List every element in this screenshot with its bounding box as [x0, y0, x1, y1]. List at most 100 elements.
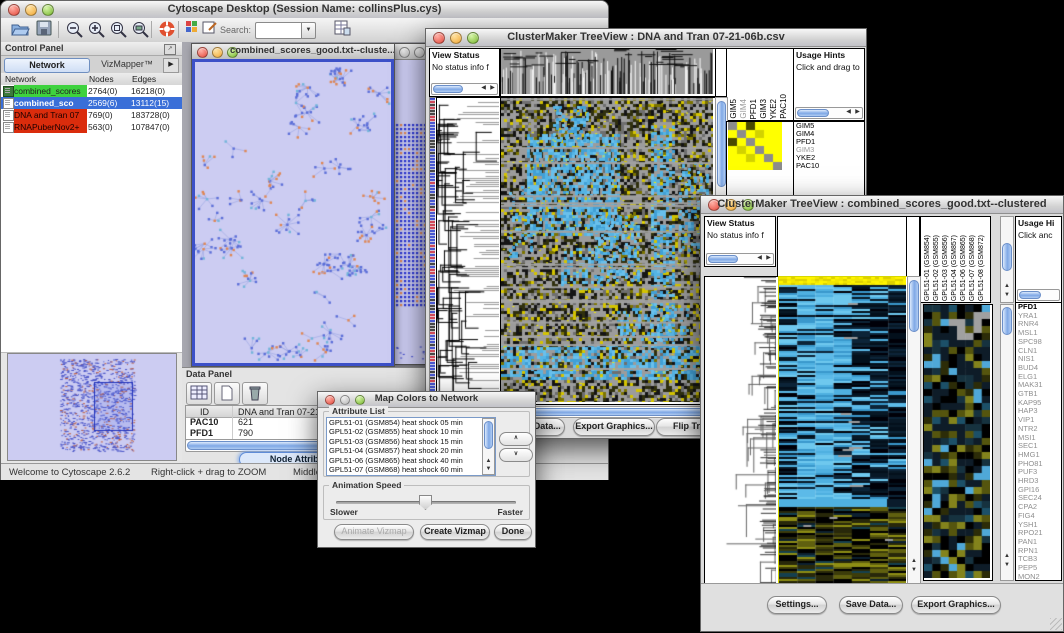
- network-table-icon[interactable]: [331, 20, 353, 39]
- tv1-status-hscrollbar[interactable]: ◀▶: [431, 83, 498, 95]
- search-input[interactable]: [255, 22, 307, 39]
- column-label[interactable]: GIM3: [759, 99, 769, 119]
- attribute-item[interactable]: GPL51-02 (GSM855) heat shock 10 min: [327, 427, 495, 436]
- gene-label[interactable]: PAC10: [794, 162, 864, 170]
- network-list-row[interactable]: DNA and Tran 07 769(0) 183728(0): [1, 109, 182, 121]
- tab-overflow-arrow[interactable]: ▶: [163, 58, 179, 73]
- resize-grip[interactable]: [1050, 618, 1062, 630]
- column-label[interactable]: GPL51-02 (GSM855): [932, 235, 941, 301]
- scrollbar-thumb[interactable]: [708, 255, 738, 263]
- save-button[interactable]: [33, 20, 55, 39]
- vizmapper-icon[interactable]: [183, 20, 199, 39]
- tv2-hints-hscrollbar[interactable]: [1017, 289, 1060, 301]
- column-label[interactable]: GPL51-01 (GSM854): [923, 235, 932, 301]
- row-dendrogram-canvas[interactable]: [437, 98, 499, 402]
- zoom-selected-icon[interactable]: [107, 20, 129, 39]
- create-vizmap-button[interactable]: Create Vizmap: [420, 524, 490, 540]
- tv1-row-dendrogram[interactable]: [436, 97, 502, 405]
- treeview1-titlebar[interactable]: ClusterMaker TreeView : DNA and Tran 07-…: [426, 29, 866, 47]
- network-view-canvas[interactable]: [195, 62, 391, 363]
- tab-vizmapper[interactable]: VizMapper™: [91, 58, 163, 71]
- help-lifesaver-icon[interactable]: [156, 20, 178, 39]
- attribute-item[interactable]: GPL51-06 (GSM865) heat shock 40 min: [327, 456, 495, 465]
- column-label[interactable]: GIM5: [729, 99, 739, 119]
- search-dropdown-icon[interactable]: ▼: [301, 22, 316, 39]
- treeview2-titlebar[interactable]: ClusterMaker TreeView : combined_scores_…: [701, 196, 1063, 214]
- gene-label[interactable]: MON2: [1016, 573, 1061, 581]
- tv2-zoom-heatmap[interactable]: [923, 304, 993, 581]
- column-label[interactable]: YKE2: [769, 99, 779, 119]
- column-label[interactable]: GPL51-08 (GSM872): [977, 235, 986, 301]
- tv2-heatmap[interactable]: [778, 276, 909, 586]
- attribute-list[interactable]: GPL51-01 (GSM854) heat shock 05 minGPL51…: [326, 417, 496, 476]
- column-dendrogram-canvas[interactable]: [501, 49, 713, 94]
- attribute-item[interactable]: GPL51-03 (GSM856) heat shock 15 min: [327, 437, 495, 446]
- tv2-zoom-vscrollbar[interactable]: ▲▼: [1000, 304, 1014, 581]
- zoom-heatmap-canvas[interactable]: [728, 122, 782, 170]
- tv2-column-dendrogram[interactable]: [777, 216, 907, 278]
- zoom-out-icon[interactable]: [63, 20, 85, 39]
- tv2-column-labels: GPL51-01 (GSM854)GPL51-02 (GSM855)GPL51-…: [923, 219, 986, 301]
- column-label[interactable]: PAC10: [779, 94, 789, 119]
- column-label[interactable]: GPL51-06 (GSM865): [959, 235, 968, 301]
- network-view-window[interactable]: combined_scores_good.txt--cluste...: [191, 43, 395, 367]
- scrollbar-thumb[interactable]: [909, 280, 919, 332]
- cytoscape-titlebar[interactable]: Cytoscape Desktop (Session Name: collins…: [1, 1, 608, 19]
- column-label[interactable]: GPL51-07 (GSM868): [968, 235, 977, 301]
- scrollbar-thumb[interactable]: [433, 85, 463, 93]
- open-file-button[interactable]: [9, 20, 31, 39]
- network-overview-canvas[interactable]: [8, 354, 174, 458]
- scrollbar-thumb[interactable]: [1019, 291, 1041, 299]
- zoom-fit-icon[interactable]: [129, 20, 151, 39]
- heatmap-canvas[interactable]: [779, 277, 906, 583]
- tv2-labels-vscrollbar[interactable]: ▲▼: [1000, 216, 1014, 303]
- network-overview-panel[interactable]: [7, 353, 177, 461]
- view-status-text: No status info f: [705, 229, 775, 241]
- row-dendrogram-canvas[interactable]: [705, 277, 776, 583]
- move-up-button[interactable]: ∧: [499, 432, 533, 446]
- attribute-item[interactable]: GPL51-04 (GSM857) heat shock 20 min: [327, 446, 495, 455]
- column-label[interactable]: GIM4: [739, 99, 749, 119]
- column-label[interactable]: PFD1: [749, 99, 759, 119]
- network-view-titlebar[interactable]: combined_scores_good.txt--cluste...: [192, 44, 394, 60]
- tab-network[interactable]: Network: [4, 58, 90, 73]
- attribute-item[interactable]: GPL51-01 (GSM854) heat shock 05 min: [327, 418, 495, 427]
- zoom-in-icon[interactable]: [85, 20, 107, 39]
- view-status-text: No status info f: [430, 61, 499, 73]
- scrollbar-thumb[interactable]: [484, 421, 493, 449]
- tv2-status-hscrollbar[interactable]: ◀▶: [706, 253, 774, 265]
- delete-attribute-icon[interactable]: [242, 382, 268, 405]
- tv1-view-status-panel: View Status No status info f ◀▶: [429, 48, 500, 97]
- done-button[interactable]: Done: [494, 524, 532, 540]
- annotation-icon[interactable]: [201, 20, 219, 39]
- attribute-item[interactable]: GPL51-07 (GSM868) heat shock 60 min: [327, 465, 495, 474]
- scrollbar-thumb[interactable]: [1002, 243, 1012, 271]
- settings-button[interactable]: Settings...: [767, 596, 827, 614]
- attribute-list-label: Attribute List: [329, 406, 388, 416]
- treeview2-title: ClusterMaker TreeView : combined_scores_…: [701, 198, 1063, 210]
- network-list-row[interactable]: combined_scores 2764(0) 16218(0): [1, 85, 182, 97]
- zoom-heatmap-canvas[interactable]: [924, 305, 990, 578]
- new-attribute-icon[interactable]: [214, 382, 240, 405]
- column-label[interactable]: GPL51-04 (GSM857): [950, 235, 959, 301]
- tv1-column-dendrogram[interactable]: [500, 48, 716, 97]
- tv2-main-vscrollbar[interactable]: ▲▼: [907, 276, 921, 586]
- network-list-row[interactable]: combined_sco 2569(6) 13112(15): [1, 97, 182, 109]
- tv1-hints-hscrollbar[interactable]: ◀▶: [795, 107, 863, 119]
- heatmap-canvas[interactable]: [501, 98, 713, 402]
- scrollbar-thumb[interactable]: [797, 109, 829, 117]
- export-graphics-button[interactable]: Export Graphics...: [911, 596, 1001, 614]
- tv2-row-dendrogram[interactable]: [704, 276, 779, 586]
- network-list-row[interactable]: RNAPuberNov2+ 563(0) 107847(0): [1, 121, 182, 133]
- attribute-grid-icon[interactable]: [186, 382, 212, 405]
- export-graphics-button[interactable]: Export Graphics...: [573, 418, 655, 436]
- tv1-heatmap[interactable]: [500, 97, 716, 405]
- column-label[interactable]: GPL51-03 (GSM856): [941, 235, 950, 301]
- float-panel-icon[interactable]: ↗: [164, 44, 176, 55]
- attribute-list-vscrollbar[interactable]: ▲▼: [482, 418, 495, 475]
- scrollbar-thumb[interactable]: [1002, 307, 1012, 335]
- scrollbar-thumb[interactable]: [717, 101, 726, 187]
- move-down-button[interactable]: ∨: [499, 448, 533, 462]
- animate-vizmap-button[interactable]: Animate Vizmap: [334, 524, 414, 540]
- save-data-button[interactable]: Save Data...: [839, 596, 903, 614]
